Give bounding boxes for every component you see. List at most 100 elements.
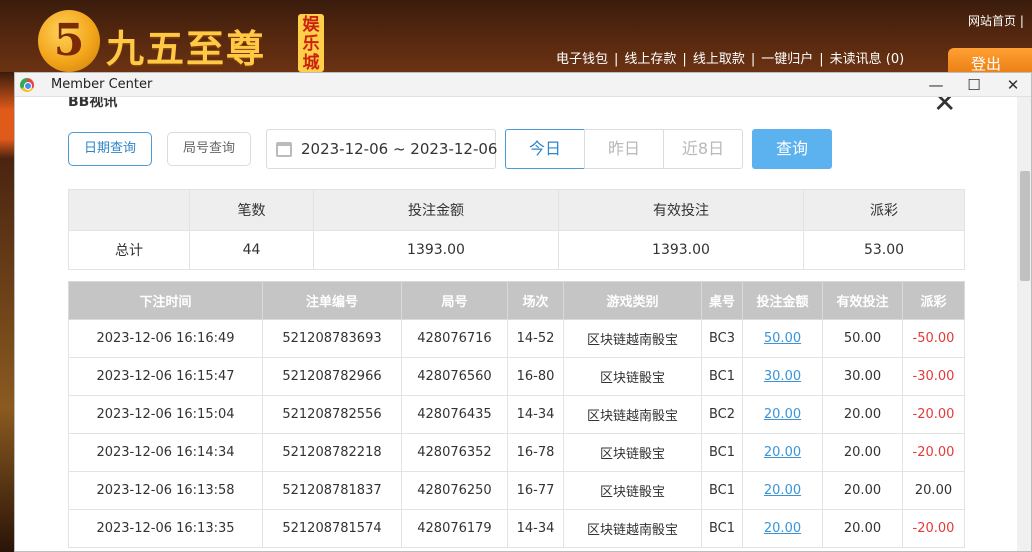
nav-withdraw[interactable]: 线上取款: [693, 48, 745, 67]
summary-header-bet-amount: 投注金额: [313, 189, 559, 231]
valid-bet: 30.00: [822, 357, 903, 396]
nav-deposit[interactable]: 线上存款: [624, 48, 676, 67]
session: 16-77: [507, 471, 564, 510]
table-no: BC1: [701, 357, 743, 396]
game-type: 区块链骰宝: [563, 357, 702, 396]
game-type: 区块链越南骰宝: [563, 395, 702, 434]
bet-id: 521208782966: [262, 357, 402, 396]
minimize-button[interactable]: —: [917, 73, 955, 97]
member-center-window: Member Center — ☐ ✕ BB视讯 ✕ 日期查询 局号查询 202…: [14, 72, 1032, 552]
session: 14-52: [507, 319, 564, 358]
range-8days-button[interactable]: 近8日: [663, 129, 743, 169]
session: 14-34: [507, 509, 564, 548]
header-payout: 派彩: [902, 281, 965, 320]
round-id: 428076435: [401, 395, 508, 434]
window-titlebar[interactable]: Member Center — ☐ ✕: [15, 73, 1031, 97]
site-logo-emblem: 5: [38, 10, 100, 72]
table-row: 2023-12-06 16:15:47 521208782966 4280765…: [68, 357, 965, 396]
nav-one-click-transfer[interactable]: 一键归户: [761, 48, 813, 67]
session: 16-78: [507, 433, 564, 472]
payout: -20.00: [902, 395, 965, 434]
bet-amount-link[interactable]: 20.00: [742, 471, 823, 510]
bet-amount-link[interactable]: 30.00: [742, 357, 823, 396]
site-logo-badge: 娱乐城: [298, 14, 324, 72]
summary-total-count: 44: [189, 230, 314, 270]
summary-header-payout: 派彩: [803, 189, 965, 231]
payout: -30.00: [902, 357, 965, 396]
game-type: 区块链骰宝: [563, 433, 702, 472]
round-id: 428076716: [401, 319, 508, 358]
valid-bet: 20.00: [822, 395, 903, 434]
bet-time: 2023-12-06 16:16:49: [68, 319, 263, 358]
session: 14-34: [507, 395, 564, 434]
bet-time: 2023-12-06 16:15:47: [68, 357, 263, 396]
nav-unread-messages[interactable]: 未读讯息 (0): [830, 48, 905, 67]
date-range-picker[interactable]: 2023-12-06 ~ 2023-12-06: [266, 129, 498, 169]
table-no: BC1: [701, 509, 743, 548]
top-links[interactable]: 网站首页 |: [968, 12, 1024, 29]
query-button[interactable]: 查询: [752, 129, 832, 169]
payout: -50.00: [902, 319, 965, 358]
header-table-no: 桌号: [701, 281, 743, 320]
bet-id: 521208781837: [262, 471, 402, 510]
header-bet-id: 注单编号: [262, 281, 402, 320]
table-no: BC2: [701, 395, 743, 434]
summary-table: 笔数 投注金额 有效投注 派彩 总计 44 1393.00 1393.00 53…: [68, 189, 965, 270]
table-row: 2023-12-06 16:13:58 521208781837 4280762…: [68, 471, 965, 510]
game-type: 区块链骰宝: [563, 471, 702, 510]
header-valid-bet: 有效投注: [822, 281, 903, 320]
tab-date-query[interactable]: 日期查询: [68, 132, 152, 166]
bet-id: 521208781574: [262, 509, 402, 548]
table-row: 2023-12-06 16:13:35 521208781574 4280761…: [68, 509, 965, 548]
bet-time: 2023-12-06 16:15:04: [68, 395, 263, 434]
summary-total-valid-bet: 1393.00: [558, 230, 804, 270]
window-content: BB视讯 ✕ 日期查询 局号查询 2023-12-06 ~ 2023-12-06…: [15, 97, 1017, 551]
bet-id: 521208782556: [262, 395, 402, 434]
window-title: Member Center: [51, 77, 153, 92]
scrollbar-thumb[interactable]: [1020, 171, 1030, 281]
payout: -20.00: [902, 509, 965, 548]
main-nav: 电子钱包 | 线上存款 | 线上取款 | 一键归户 | 未读讯息 (0): [556, 48, 904, 67]
table-no: BC1: [701, 433, 743, 472]
bet-id: 521208783693: [262, 319, 402, 358]
bet-amount-link[interactable]: 20.00: [742, 395, 823, 434]
header-bet-time: 下注时间: [68, 281, 263, 320]
summary-total-label: 总计: [68, 230, 190, 270]
range-yesterday-button[interactable]: 昨日: [584, 129, 664, 169]
summary-total-payout: 53.00: [803, 230, 965, 270]
payout: 20.00: [902, 471, 965, 510]
round-id: 428076560: [401, 357, 508, 396]
close-window-button[interactable]: ✕: [994, 73, 1031, 97]
table-row: 2023-12-06 16:16:49 521208783693 4280767…: [68, 319, 965, 358]
site-logo-name: 九五至尊: [106, 26, 267, 71]
maximize-button[interactable]: ☐: [955, 73, 993, 97]
summary-header-valid-bet: 有效投注: [558, 189, 804, 231]
bet-amount-link[interactable]: 20.00: [742, 509, 823, 548]
session: 16-80: [507, 357, 564, 396]
bet-amount-link[interactable]: 20.00: [742, 433, 823, 472]
header-game-type: 游戏类别: [563, 281, 702, 320]
bet-amount-link[interactable]: 50.00: [742, 319, 823, 358]
date-range-value: 2023-12-06 ~ 2023-12-06: [301, 140, 498, 158]
summary-total-row: 总计 44 1393.00 1393.00 53.00: [68, 230, 965, 270]
valid-bet: 20.00: [822, 471, 903, 510]
valid-bet: 20.00: [822, 509, 903, 548]
nav-wallet[interactable]: 电子钱包: [556, 48, 608, 67]
header-bet-amount: 投注金额: [742, 281, 823, 320]
dialog-close-icon[interactable]: ✕: [933, 97, 956, 117]
site-header: 5 九五至尊 娱乐城 网站首页 | 电子钱包 | 线上存款 | 线上取款 | 一键归户 | 未读…: [0, 0, 1032, 78]
bet-time: 2023-12-06 16:13:35: [68, 509, 263, 548]
payout: -20.00: [902, 433, 965, 472]
range-today-button[interactable]: 今日: [505, 129, 585, 169]
summary-header-row: 笔数 投注金额 有效投注 派彩: [68, 189, 965, 231]
vertical-scrollbar[interactable]: [1017, 97, 1031, 551]
header-session: 场次: [507, 281, 564, 320]
round-id: 428076352: [401, 433, 508, 472]
bet-time: 2023-12-06 16:13:58: [68, 471, 263, 510]
game-type: 区块链越南骰宝: [563, 509, 702, 548]
summary-total-bet-amount: 1393.00: [313, 230, 559, 270]
table-row: 2023-12-06 16:15:04 521208782556 4280764…: [68, 395, 965, 434]
valid-bet: 50.00: [822, 319, 903, 358]
header-round-id: 局号: [401, 281, 508, 320]
tab-round-query[interactable]: 局号查询: [167, 132, 251, 166]
